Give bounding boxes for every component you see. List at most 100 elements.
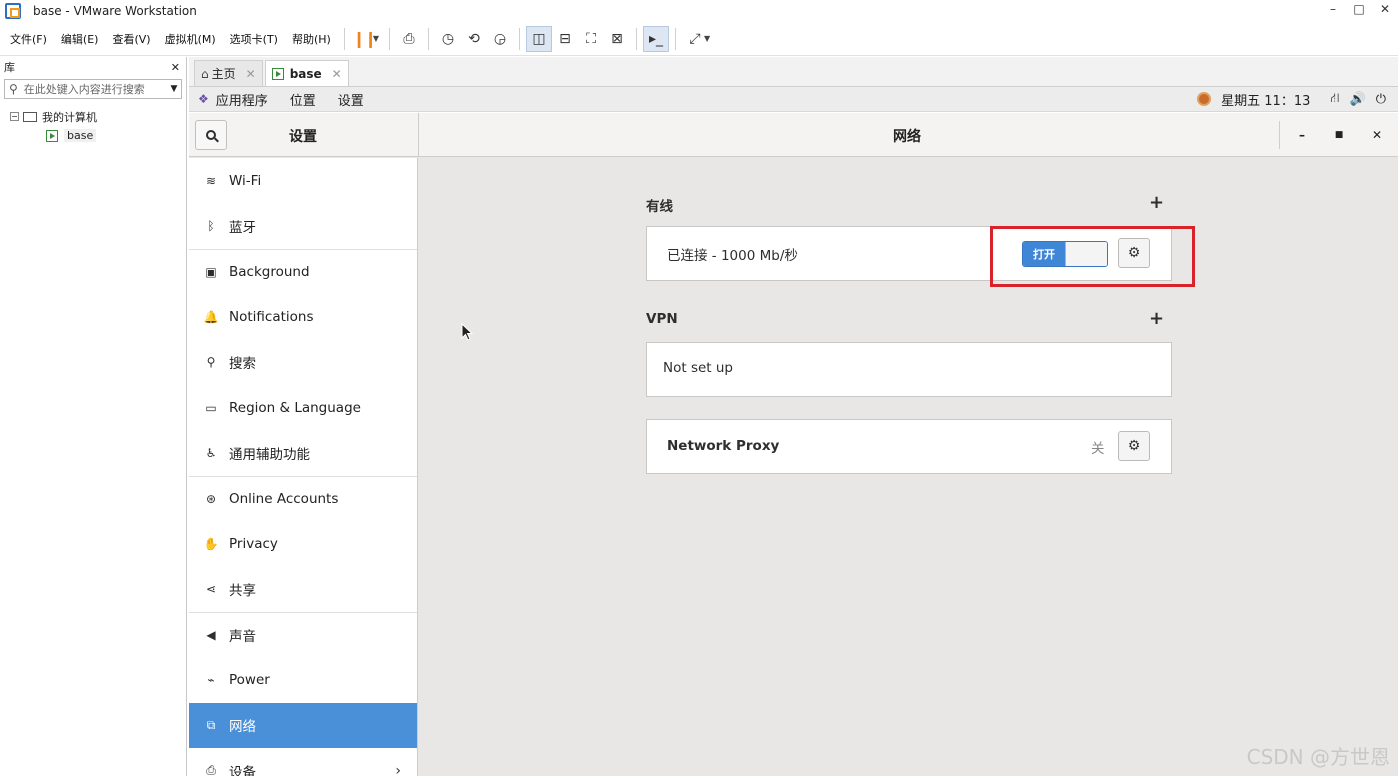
send-ctrl-alt-del-icon[interactable]: ⎙ — [396, 26, 422, 52]
tree-item-my-computer[interactable]: − 我的计算机 — [10, 107, 186, 126]
sidebar-item-sharing[interactable]: ⋖ 共享 — [189, 567, 417, 612]
network-icon: ⧉ — [206, 717, 216, 732]
sidebar-item-label: Power — [229, 671, 270, 688]
sidebar-item-sound[interactable]: ◀ 声音 — [189, 611, 417, 657]
watermark: CSDN @方世恩 — [1246, 745, 1390, 769]
clock[interactable]: 星期五 11：13 — [1221, 90, 1310, 109]
sidebar-item-label: Background — [229, 263, 310, 280]
minimize-button[interactable]: – — [1326, 2, 1340, 16]
menu-tabs[interactable]: 选项卡(T) — [223, 31, 285, 47]
network-proxy-card[interactable]: Network Proxy 关 ⚙ — [646, 419, 1172, 474]
sidebar-item-label: 蓝牙 — [229, 220, 256, 237]
toolbar-separator — [427, 27, 429, 50]
computer-icon — [23, 111, 37, 122]
sidebar-item-bluetooth[interactable]: ᛒ 蓝牙 — [189, 203, 417, 248]
menu-help[interactable]: 帮助(H) — [285, 31, 338, 47]
tab-home-close-icon[interactable]: ✕ — [246, 67, 256, 81]
proxy-settings-button[interactable]: ⚙ — [1118, 431, 1150, 461]
maximize-button[interactable]: □ — [1352, 2, 1366, 16]
sidebar-item-label: Notifications — [229, 308, 314, 325]
add-vpn-button[interactable]: + — [1149, 308, 1164, 329]
avatar-icon[interactable] — [1197, 92, 1212, 106]
tab-home[interactable]: ⌂ 主页 ✕ — [194, 60, 263, 86]
toolbar-separator — [343, 27, 345, 50]
collapse-icon[interactable]: − — [10, 112, 19, 121]
settings-close-button[interactable]: ✕ — [1367, 125, 1387, 145]
fullscreen-icon[interactable]: ⛶ — [578, 26, 604, 52]
chevron-right-icon: › — [395, 762, 401, 776]
gnome-status-area: 星期五 11：13 ⛙ 🔊 ⏻ — [1197, 90, 1386, 109]
tree-item-base[interactable]: base — [10, 126, 186, 145]
library-title: 库 — [4, 61, 15, 74]
library-search-input[interactable]: ⚲ 在此处键入内容进行搜索 ▼ — [4, 79, 182, 99]
search-icon — [206, 130, 216, 140]
bell-icon: 🔔 — [203, 309, 219, 324]
snapshot-manager-icon[interactable]: ◶ — [487, 26, 513, 52]
sidebar-item-label: 通用辅助功能 — [229, 447, 310, 464]
revert-snapshot-icon[interactable]: ⟲ — [461, 26, 487, 52]
pause-dropdown-icon[interactable]: ▼ — [373, 34, 379, 43]
region-icon: ▭ — [205, 400, 217, 415]
vpn-status: Not set up — [663, 360, 733, 376]
menu-edit[interactable]: 编辑(E) — [54, 31, 106, 47]
tab-base[interactable]: base ✕ — [264, 60, 349, 86]
sidebar-item-label: Wi-Fi — [229, 172, 262, 189]
network-proxy-label: Network Proxy — [667, 438, 780, 454]
wired-section-title: 有线 — [646, 199, 673, 215]
close-button[interactable]: ✕ — [1378, 2, 1392, 16]
settings-maximize-button[interactable]: ■ — [1329, 125, 1349, 145]
console-view-icon[interactable]: ▸_ — [642, 25, 669, 52]
red-highlight-box — [990, 226, 1195, 287]
sidebar-item-notifications[interactable]: 🔔 Notifications — [189, 294, 417, 339]
gnome-menu-applications[interactable]: 应用程序 — [216, 90, 268, 109]
menu-view[interactable]: 查看(V) — [105, 31, 157, 47]
background-icon: ▣ — [205, 264, 217, 279]
library-search-placeholder: 在此处键入内容进行搜索 — [23, 83, 145, 96]
hand-icon: ✋ — [203, 536, 219, 551]
tab-base-close-icon[interactable]: ✕ — [332, 67, 342, 81]
search-icon: ⚲ — [206, 355, 216, 370]
header-divider — [1279, 121, 1280, 149]
sidebar-item-network[interactable]: ⧉ 网络 — [189, 702, 417, 749]
menu-vm[interactable]: 虚拟机(M) — [158, 31, 223, 47]
library-tree: − 我的计算机 base — [0, 101, 186, 145]
toolbar-separator — [388, 27, 390, 50]
power-icon[interactable]: ⏻ — [1376, 92, 1386, 107]
wifi-icon: ≋ — [205, 173, 217, 188]
sidebar-item-region-language[interactable]: ▭ Region & Language — [189, 385, 417, 430]
show-library-icon[interactable]: ◫ — [525, 25, 552, 52]
add-wired-button[interactable]: + — [1149, 192, 1164, 213]
settings-title: 设置 — [289, 129, 317, 145]
tab-home-label: 主页 — [211, 67, 236, 81]
online-accounts-icon: ⊛ — [205, 491, 217, 506]
sidebar-item-online-accounts[interactable]: ⊛ Online Accounts — [189, 475, 417, 521]
sidebar-item-label: 网络 — [229, 719, 256, 736]
bluetooth-icon: ᛒ — [207, 219, 215, 234]
menubar: 文件(F) 编辑(E) 查看(V) 虚拟机(M) 选项卡(T) 帮助(H) ❙❙… — [0, 22, 1398, 56]
settings-minimize-button[interactable]: – — [1292, 125, 1312, 145]
snapshot-icon[interactable]: ◷ — [435, 26, 461, 52]
volume-icon[interactable]: 🔊 — [1350, 92, 1366, 107]
gnome-menu-places[interactable]: 位置 — [290, 90, 316, 109]
chevron-down-icon[interactable]: ▼ — [167, 84, 181, 94]
tree-label-base: base — [64, 129, 97, 142]
settings-search-button[interactable] — [195, 120, 227, 150]
thumbnail-bar-icon[interactable]: ⊟ — [552, 26, 578, 52]
sidebar-item-background[interactable]: ▣ Background — [189, 248, 417, 294]
unity-icon[interactable]: ⊠ — [604, 26, 630, 52]
stretch-dropdown-icon[interactable]: ▼ — [704, 34, 710, 43]
sidebar-item-search[interactable]: ⚲ 搜索 — [189, 340, 417, 385]
sidebar-item-wifi[interactable]: ≋ Wi-Fi — [189, 158, 417, 203]
sidebar-item-power[interactable]: ⌁ Power — [189, 657, 417, 702]
sidebar-item-privacy[interactable]: ✋ Privacy — [189, 521, 417, 566]
gnome-menu-settings[interactable]: 设置 — [338, 90, 364, 109]
sidebar-item-label: Online Accounts — [229, 490, 339, 507]
menu-file[interactable]: 文件(F) — [0, 31, 54, 47]
sidebar-item-devices[interactable]: ⎙ 设备 › — [189, 748, 417, 776]
settings-window: 设置 网络 – ■ ✕ ≋ Wi-Fi ᛒ 蓝牙 ▣ Background 🔔 … — [189, 113, 1398, 776]
devices-icon: ⎙ — [206, 763, 216, 776]
sidebar-item-accessibility[interactable]: ♿ 通用辅助功能 — [189, 430, 417, 475]
library-close-button[interactable]: ✕ — [171, 61, 180, 74]
window-title: base - VMware Workstation — [33, 4, 197, 18]
network-status-icon[interactable]: ⛙ — [1330, 91, 1339, 108]
